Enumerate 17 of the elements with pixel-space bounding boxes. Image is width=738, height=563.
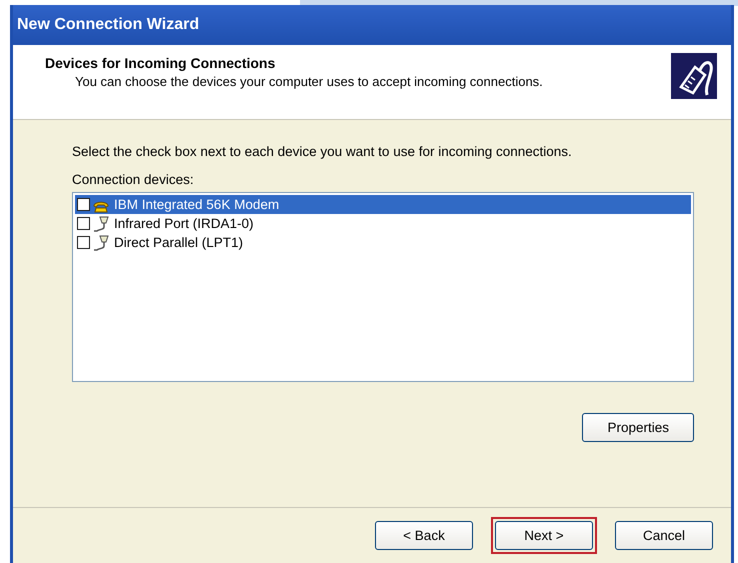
network-plug-icon <box>671 53 717 99</box>
wizard-button[interactable]: Next > <box>495 521 593 550</box>
device-item[interactable]: Infrared Port (IRDA1-0) <box>112 216 256 231</box>
checkbox[interactable] <box>77 217 90 230</box>
connector-icon <box>93 234 109 250</box>
connector-icon <box>93 216 109 232</box>
page-subtitle: You can choose the devices your computer uses to accept incoming connections. <box>75 74 543 89</box>
list-label: Connection devices: <box>72 172 195 187</box>
window-title: New Connection Wizard <box>17 16 200 34</box>
device-item[interactable]: Direct Parallel (LPT1) <box>112 235 246 250</box>
wizard-button[interactable]: < Back <box>375 521 473 550</box>
checkbox[interactable] <box>77 198 90 211</box>
page-heading: Devices for Incoming Connections <box>45 55 276 71</box>
wizard-button[interactable]: Cancel <box>615 521 713 550</box>
instruction-text: Select the check box next to each device you want to use for incoming connections. <box>72 144 573 159</box>
checkbox[interactable] <box>77 236 90 249</box>
properties-button[interactable]: Properties <box>582 413 694 442</box>
